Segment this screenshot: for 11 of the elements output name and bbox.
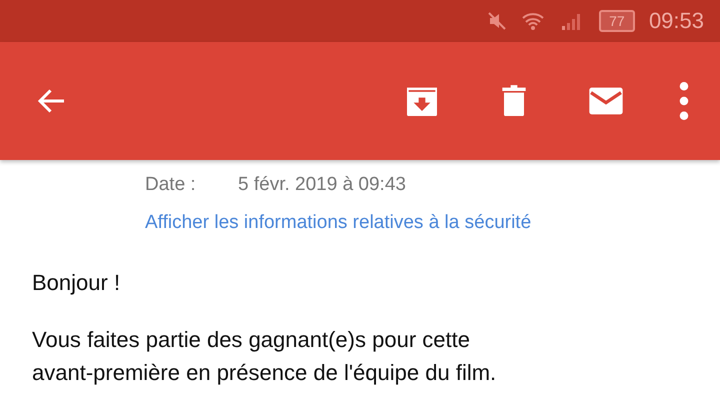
date-value: 5 févr. 2019 à 09:43	[238, 174, 406, 196]
body-paragraph: Bonjour !	[32, 269, 122, 297]
mute-icon	[486, 11, 507, 31]
battery-indicator: 77	[598, 10, 635, 32]
body-paragraph: Vous faites partie des gagnant(e)s pour cette avant-première en présence de l'équipe du film.	[32, 326, 498, 387]
signal-icon	[560, 11, 583, 31]
clock-text: 09:53	[648, 8, 704, 34]
security-link[interactable]: Afficher les informations relatives à la sécurité	[145, 212, 532, 234]
more-button[interactable]	[678, 82, 690, 120]
date-label: Date :	[145, 174, 197, 196]
more-icon	[678, 82, 690, 120]
